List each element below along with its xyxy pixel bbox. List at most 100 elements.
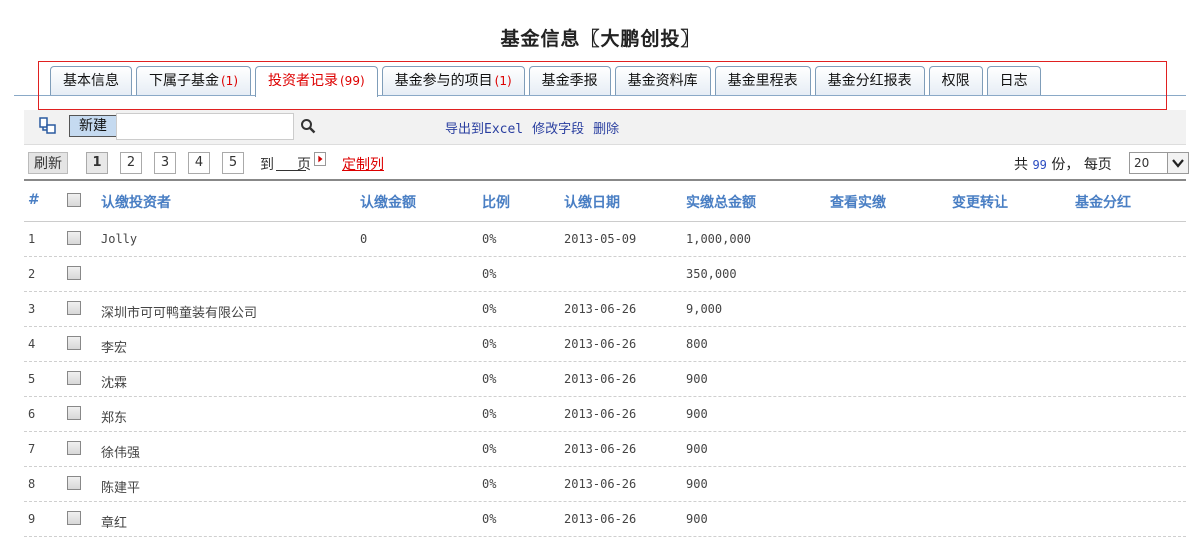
chevron-down-icon: [1167, 153, 1188, 173]
cell-index: 7: [28, 442, 36, 456]
highlight-box: [38, 61, 1167, 110]
search-input[interactable]: [116, 113, 294, 140]
total-prefix: 共: [1014, 157, 1028, 173]
delete-link[interactable]: 删除: [593, 122, 619, 137]
table-row[interactable]: 1 Jolly 0 0% 2013-05-09 1,000,000: [24, 222, 1186, 257]
go-arrow-icon[interactable]: [314, 152, 326, 166]
cell-paid-total: 900: [686, 477, 708, 491]
row-checkbox[interactable]: [67, 406, 81, 420]
export-excel-link[interactable]: 导出到Excel: [445, 122, 523, 137]
table-row[interactable]: 4 李宏 0% 2013-06-26 800: [24, 327, 1186, 362]
cell-index: 2: [28, 267, 36, 281]
cell-date: 2013-06-26: [564, 477, 637, 491]
cell-investor[interactable]: 徐伟强: [101, 442, 140, 461]
cell-ratio: 0%: [482, 407, 497, 421]
row-checkbox[interactable]: [67, 371, 81, 385]
col-ratio[interactable]: 比例: [482, 192, 510, 212]
row-checkbox[interactable]: [67, 231, 81, 245]
pager: 刷新 12345 到 页 定制列 共 99 份， 每页 20: [24, 151, 1190, 175]
row-checkbox[interactable]: [67, 336, 81, 350]
new-button[interactable]: 新建: [69, 115, 117, 137]
col-transfer[interactable]: 变更转让: [952, 192, 1008, 212]
col-amount[interactable]: 认缴金额: [360, 192, 416, 212]
table-row[interactable]: 5 沈霖 0% 2013-06-26 900: [24, 362, 1186, 397]
col-paid-total[interactable]: 实缴总金额: [686, 192, 756, 212]
col-investor[interactable]: 认缴投资者: [101, 192, 171, 212]
cell-date: 2013-06-26: [564, 302, 637, 316]
row-checkbox[interactable]: [67, 476, 81, 490]
table-row[interactable]: 7 徐伟强 0% 2013-06-26 900: [24, 432, 1186, 467]
cell-date: 2013-06-26: [564, 407, 637, 421]
table-header: # 认缴投资者 认缴金额 比例 认缴日期 实缴总金额 查看实缴 变更转让 基金分…: [24, 179, 1186, 222]
cell-index: 3: [28, 302, 36, 316]
cell-ratio: 0%: [482, 267, 497, 281]
edit-fields-link[interactable]: 修改字段: [532, 122, 584, 137]
search-icon[interactable]: [300, 118, 316, 134]
page-number-button[interactable]: 3: [154, 152, 176, 174]
cell-index: 8: [28, 477, 36, 491]
page-number-button[interactable]: 4: [188, 152, 210, 174]
cell-index: 6: [28, 407, 36, 421]
per-page-select[interactable]: 20: [1129, 152, 1189, 174]
table-row[interactable]: 9 章红 0% 2013-06-26 900: [24, 502, 1186, 537]
goto-suffix: 页: [297, 157, 311, 173]
page-number-button[interactable]: 1: [86, 152, 108, 174]
col-date[interactable]: 认缴日期: [564, 192, 620, 212]
cell-investor[interactable]: 李宏: [101, 337, 127, 356]
refresh-button[interactable]: 刷新: [28, 152, 68, 174]
row-checkbox[interactable]: [67, 511, 81, 525]
page-number-button[interactable]: 5: [222, 152, 244, 174]
col-dividend[interactable]: 基金分红: [1075, 192, 1131, 212]
total-number: 99: [1032, 158, 1047, 172]
cell-investor[interactable]: 章红: [101, 512, 127, 531]
row-checkbox[interactable]: [67, 441, 81, 455]
table-row[interactable]: 2 0% 350,000: [24, 257, 1186, 292]
cell-investor[interactable]: 郑东: [101, 407, 127, 426]
cell-ratio: 0%: [482, 232, 497, 246]
toolbar-actions: 导出到Excel 修改字段 删除: [445, 118, 628, 137]
row-checkbox[interactable]: [67, 301, 81, 315]
cell-investor[interactable]: Jolly: [101, 232, 137, 246]
table-row[interactable]: 8 陈建平 0% 2013-06-26 900: [24, 467, 1186, 502]
cell-date: 2013-06-26: [564, 337, 637, 351]
cell-paid-total: 350,000: [686, 267, 737, 281]
cell-index: 4: [28, 337, 36, 351]
cell-ratio: 0%: [482, 477, 497, 491]
cell-paid-total: 900: [686, 442, 708, 456]
investor-table: # 认缴投资者 认缴金额 比例 认缴日期 实缴总金额 查看实缴 变更转让 基金分…: [24, 179, 1186, 537]
per-page-value: 20: [1134, 156, 1150, 170]
table-body: 1 Jolly 0 0% 2013-05-09 1,000,000 2 0% 350,000 3 深…: [24, 222, 1186, 537]
cell-paid-total: 800: [686, 337, 708, 351]
goto-prefix: 到: [260, 157, 274, 173]
select-all-checkbox[interactable]: [67, 193, 81, 207]
cell-date: 2013-05-09: [564, 232, 637, 246]
table-row[interactable]: 3 深圳市可可鸭童装有限公司 0% 2013-06-26 9,000: [24, 292, 1186, 327]
page-title: 基金信息〖大鹏创投〗: [500, 28, 701, 50]
cell-index: 1: [28, 232, 36, 246]
cell-paid-total: 900: [686, 372, 708, 386]
custom-columns-link[interactable]: 定制列: [342, 154, 384, 174]
total-unit: 份，: [1051, 157, 1080, 173]
cell-date: 2013-06-26: [564, 442, 637, 456]
records-icon: [39, 117, 56, 134]
col-index: #: [28, 192, 40, 208]
cell-amount: 0: [360, 232, 368, 246]
cell-investor[interactable]: 沈霖: [101, 372, 127, 391]
cell-date: 2013-06-26: [564, 372, 637, 386]
row-checkbox[interactable]: [67, 266, 81, 280]
per-page-label: 每页: [1083, 157, 1112, 173]
cell-ratio: 0%: [482, 372, 497, 386]
cell-paid-total: 9,000: [686, 302, 723, 316]
cell-paid-total: 1,000,000: [686, 232, 752, 246]
cell-index: 5: [28, 372, 36, 386]
page-number-button[interactable]: 2: [120, 152, 142, 174]
col-view-paid[interactable]: 查看实缴: [830, 192, 886, 212]
cell-investor[interactable]: 陈建平: [101, 477, 140, 496]
table-row[interactable]: 6 郑东 0% 2013-06-26 900: [24, 397, 1186, 432]
cell-investor[interactable]: 深圳市可可鸭童装有限公司: [101, 302, 257, 321]
total-count: 共 99 份， 每页: [1014, 154, 1112, 174]
cell-ratio: 0%: [482, 442, 497, 456]
cell-ratio: 0%: [482, 302, 497, 316]
cell-ratio: 0%: [482, 337, 497, 351]
cell-paid-total: 900: [686, 407, 708, 421]
